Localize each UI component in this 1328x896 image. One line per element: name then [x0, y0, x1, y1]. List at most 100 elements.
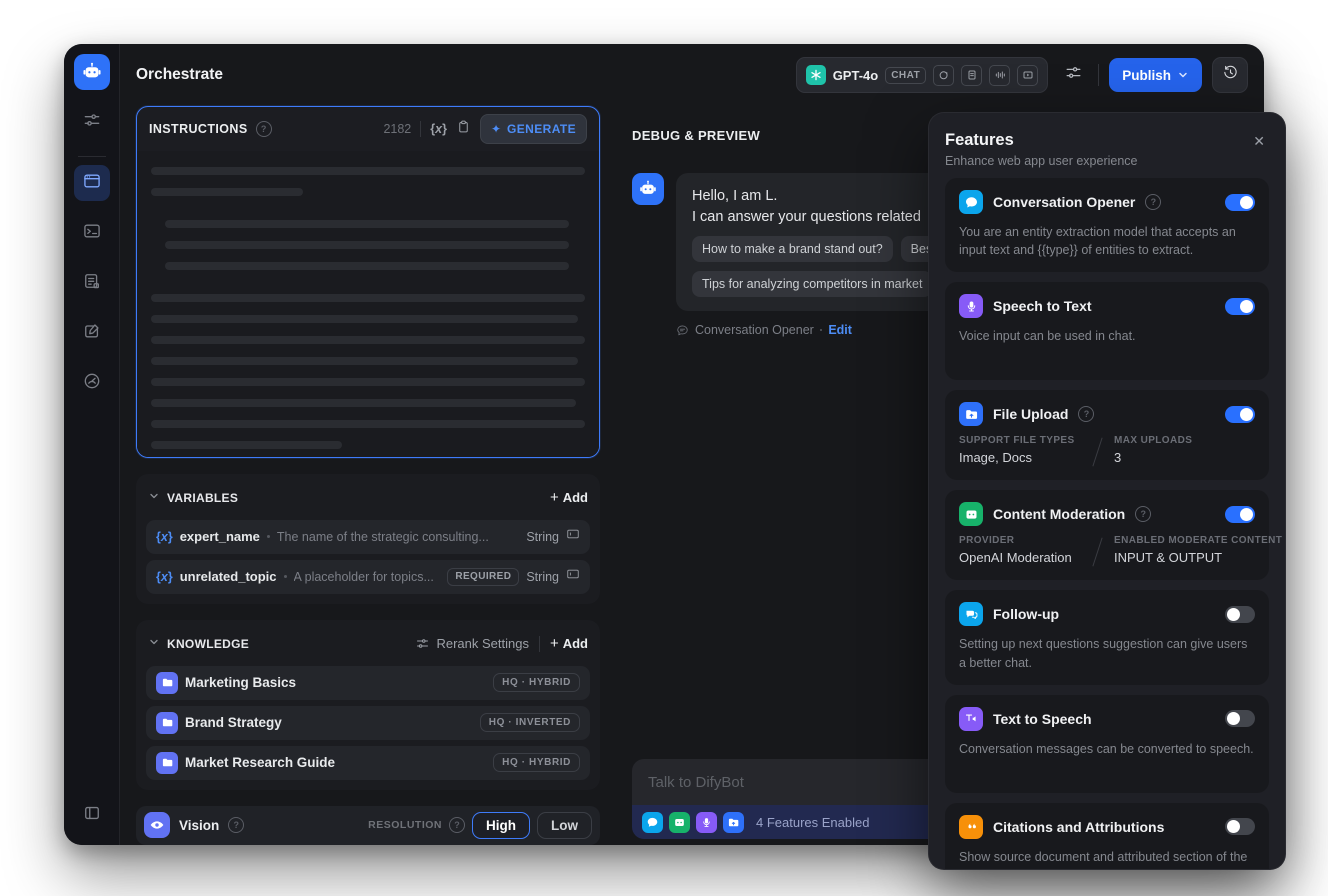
add-knowledge-button[interactable]: + Add	[550, 636, 588, 651]
text-skeleton-line	[151, 336, 585, 344]
generate-button[interactable]: ✦ GENERATE	[479, 114, 587, 144]
text-skeleton-line	[151, 294, 585, 302]
edit-opener-link[interactable]: Edit	[828, 323, 852, 337]
variable-type: String	[526, 529, 559, 544]
suggestion-chip[interactable]: Tips for analyzing competitors in market	[692, 271, 933, 298]
instructions-panel: INSTRUCTIONS ? 2182 {x} ✦ GENERATE	[136, 106, 600, 458]
gauge-icon	[82, 371, 102, 396]
follow-up-toggle[interactable]	[1225, 605, 1255, 623]
add-variable-button[interactable]: + Add	[550, 490, 588, 505]
knowledge-badge: HQ · HYBRID	[493, 753, 580, 773]
knowledge-row[interactable]: Brand Strategy HQ · INVERTED	[146, 705, 590, 740]
robot-icon	[82, 62, 101, 78]
feature-card-follow-up: Follow-up Setting up next questions sugg…	[945, 590, 1269, 685]
sidebar-item-settings[interactable]	[74, 104, 110, 140]
rerank-settings-button[interactable]: Rerank Settings	[415, 636, 529, 651]
generate-label: GENERATE	[507, 122, 576, 136]
input-field-icon	[566, 527, 580, 546]
chevron-down-icon[interactable]	[148, 635, 160, 653]
feature-title: Speech to Text	[993, 298, 1092, 315]
sidebar-divider	[77, 156, 106, 157]
citations-toggle[interactable]	[1225, 818, 1255, 836]
help-icon[interactable]: ?	[255, 121, 272, 137]
feature-card-text-to-speech: Text to Speech Conversation messages can…	[945, 694, 1269, 793]
app-logo[interactable]	[73, 54, 110, 90]
vision-capability-icon	[933, 64, 955, 86]
variable-icon: {x}	[156, 529, 173, 544]
text-to-speech-toggle[interactable]	[1225, 710, 1255, 728]
opener-caption-label: Conversation Opener	[695, 323, 814, 338]
knowledge-badge: HQ · INVERTED	[479, 713, 580, 733]
insert-variable-button[interactable]: {x}	[430, 122, 447, 136]
knowledge-title: KNOWLEDGE	[167, 636, 250, 651]
copy-button[interactable]	[456, 119, 471, 139]
sidebar-item-monitoring[interactable]	[74, 365, 110, 401]
help-icon[interactable]: ?	[449, 817, 465, 834]
plus-icon: +	[549, 489, 559, 507]
resolution-high-button[interactable]: High	[472, 811, 530, 839]
publish-button[interactable]: Publish	[1109, 58, 1202, 92]
knowledge-name: Brand Strategy	[185, 715, 282, 731]
knowledge-row[interactable]: Marketing Basics HQ · HYBRID	[146, 665, 590, 700]
content-moderation-toggle[interactable]	[1225, 505, 1255, 523]
sliders-icon	[82, 110, 102, 135]
text-skeleton-line	[165, 220, 569, 228]
config-column: INSTRUCTIONS ? 2182 {x} ✦ GENERATE VARIA…	[136, 106, 600, 845]
text-skeleton-line	[151, 378, 585, 386]
sparkle-icon: ✦	[490, 122, 502, 136]
text-skeleton-line	[151, 167, 585, 175]
close-icon[interactable]: ✕	[1249, 131, 1269, 152]
version-history-button[interactable]	[1212, 57, 1248, 93]
sliders-icon	[1064, 63, 1083, 87]
speech-to-text-mini-icon	[696, 811, 717, 833]
help-icon[interactable]: ?	[1145, 194, 1162, 210]
knowledge-row[interactable]: Market Research Guide HQ · HYBRID	[146, 745, 590, 780]
speech-to-text-toggle[interactable]	[1225, 297, 1255, 315]
chat-bubble-icon	[677, 325, 688, 335]
resolution-low-button[interactable]: Low	[537, 811, 592, 839]
sidebar	[64, 44, 120, 845]
chevron-down-icon[interactable]	[148, 489, 160, 507]
file-upload-toggle[interactable]	[1225, 405, 1255, 423]
model-name: GPT-4o	[832, 67, 879, 83]
help-icon[interactable]: ?	[228, 817, 245, 834]
separator-dot	[266, 535, 270, 539]
chevron-down-icon	[1179, 72, 1187, 78]
instructions-editor[interactable]	[137, 151, 599, 457]
sidebar-item-annotations[interactable]	[74, 315, 110, 351]
top-bar: Orchestrate GPT-4o CHAT Publish	[120, 44, 1264, 106]
model-parameters-button[interactable]	[1058, 60, 1088, 90]
chat-bubble-icon	[959, 190, 983, 214]
annotation-edit-icon	[82, 321, 102, 346]
feature-card-citations: Citations and Attributions Show source d…	[945, 802, 1269, 869]
plus-icon: +	[549, 635, 559, 653]
topbar-divider	[1098, 64, 1100, 86]
text-skeleton-line	[151, 441, 342, 449]
sidebar-item-terminal[interactable]	[74, 215, 110, 251]
variable-row[interactable]: {x} expert_name The name of the strategi…	[146, 519, 590, 554]
conversation-opener-toggle[interactable]	[1225, 193, 1255, 211]
suggestion-chip[interactable]: How to make a brand stand out?	[692, 236, 893, 263]
sidebar-item-orchestrate[interactable]	[73, 165, 110, 201]
variable-row[interactable]: {x} unrelated_topic A placeholder for to…	[146, 559, 590, 594]
file-upload-mini-icon	[723, 811, 744, 833]
help-icon[interactable]: ?	[1078, 406, 1095, 423]
vision-section: Vision ? RESOLUTION ? High Low	[136, 805, 600, 845]
feature-title: Citations and Attributions	[993, 818, 1165, 835]
page-title: Orchestrate	[136, 66, 224, 83]
features-panel: Features Enhance web app user experience…	[928, 112, 1286, 870]
help-icon[interactable]: ?	[1135, 506, 1152, 523]
separator-dot	[283, 575, 287, 579]
sidebar-item-logs[interactable]	[74, 265, 110, 301]
feature-title: Conversation Opener	[993, 194, 1136, 210]
sidebar-collapse-button[interactable]	[74, 797, 110, 833]
rerank-label: Rerank Settings	[436, 636, 529, 652]
model-selector[interactable]: GPT-4o CHAT	[795, 57, 1049, 93]
document-capability-icon	[961, 64, 983, 86]
history-icon	[1222, 64, 1239, 86]
model-mode-badge: CHAT	[885, 66, 927, 84]
feature-card-conversation-opener: Conversation Opener ? You are an entity …	[945, 178, 1269, 273]
feature-title: File Upload	[993, 406, 1069, 423]
eye-icon	[144, 812, 170, 839]
text-skeleton-line	[151, 188, 303, 196]
